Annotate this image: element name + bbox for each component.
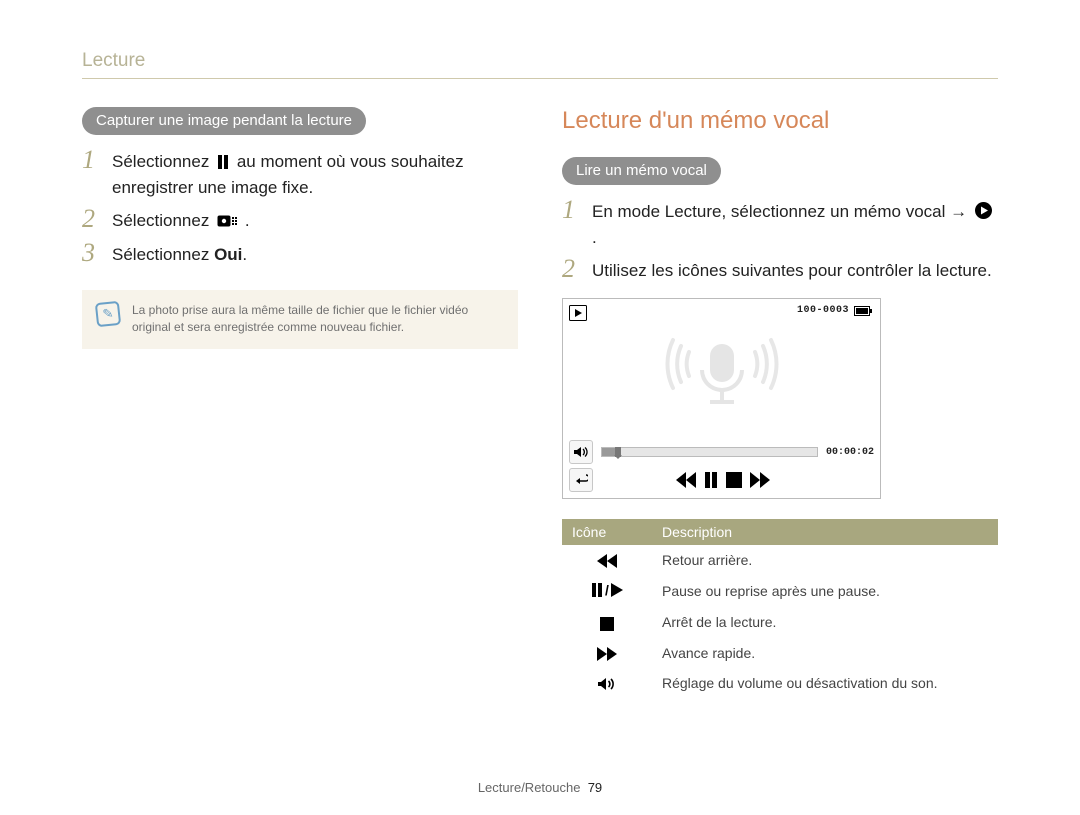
cell-desc: Arrêt de la lecture.: [652, 607, 998, 637]
cell-desc: Retour arrière.: [652, 545, 998, 575]
th-description: Description: [652, 519, 998, 545]
step-text: Utilisez les icônes suivantes pour contr…: [592, 258, 998, 284]
pause-icon: [591, 583, 603, 597]
subhead-play-voice-memo: Lire un mémo vocal: [562, 157, 721, 185]
table-row: Avance rapide.: [562, 638, 998, 668]
icon-description-table: Icône Description Retour arrière.: [562, 519, 998, 698]
note-box: ✎ La photo prise aura la même taille de …: [82, 290, 518, 349]
th-icone: Icône: [562, 519, 652, 545]
playback-screen: 100-0003: [562, 298, 881, 499]
battery-icon: [854, 306, 872, 316]
table-row: Arrêt de la lecture.: [562, 607, 998, 637]
file-counter: 100-0003: [797, 305, 849, 316]
table-row: / Pause ou reprise après une pause.: [562, 575, 998, 607]
subhead-capture-image: Capturer une image pendant la lecture: [82, 107, 366, 135]
stop-button[interactable]: [726, 472, 742, 488]
microphone-icon: [647, 336, 797, 416]
table-row: Réglage du volume ou désactivation du so…: [562, 668, 998, 698]
progress-bar[interactable]: [601, 447, 818, 457]
stop-icon: [600, 617, 614, 631]
step-text: Sélectionnez au moment où vous souhaitez…: [112, 149, 518, 200]
note-text: La photo prise aura la même taille de fi…: [132, 302, 504, 337]
cell-desc: Pause ou reprise après une pause.: [652, 575, 998, 607]
pause-button[interactable]: [704, 472, 718, 488]
step-number: 2: [82, 206, 108, 232]
right-column: Lecture d'un mémo vocal Lire un mémo voc…: [562, 107, 998, 698]
table-row: Retour arrière.: [562, 545, 998, 575]
slash: /: [605, 582, 609, 598]
cell-desc: Avance rapide.: [652, 638, 998, 668]
play-icon: [611, 583, 623, 597]
step-text: Sélectionnez: [112, 208, 518, 234]
elapsed-time: 00:00:02: [826, 447, 874, 458]
rewind-button[interactable]: [676, 472, 696, 488]
step-number: 2: [562, 256, 588, 282]
step-text: Sélectionnez Oui.: [112, 242, 518, 268]
page-footer: Lecture/Retouche 79: [0, 780, 1080, 795]
forward-button[interactable]: [750, 472, 770, 488]
cell-desc: Réglage du volume ou désactivation du so…: [652, 668, 998, 698]
progress-head: [615, 447, 621, 457]
left-column: Capturer une image pendant la lecture 1 …: [82, 107, 518, 698]
pause-icon: [217, 155, 229, 169]
forward-icon: [597, 647, 617, 661]
play-circle-icon: [975, 202, 992, 219]
step-number: 1: [562, 197, 588, 223]
play-mode-icon: [569, 305, 587, 321]
step-number: 1: [82, 147, 108, 173]
rewind-icon: [597, 554, 617, 568]
step-number: 3: [82, 240, 108, 266]
back-button[interactable]: [569, 468, 593, 492]
volume-button[interactable]: [569, 440, 593, 464]
note-icon: ✎: [95, 301, 121, 327]
section-header: Lecture: [82, 50, 998, 79]
capture-icon: [217, 214, 237, 228]
step-text: En mode Lecture, sélectionnez un mémo vo…: [592, 199, 998, 250]
volume-icon: [598, 677, 616, 691]
section-title-voice-memo: Lecture d'un mémo vocal: [562, 107, 998, 135]
